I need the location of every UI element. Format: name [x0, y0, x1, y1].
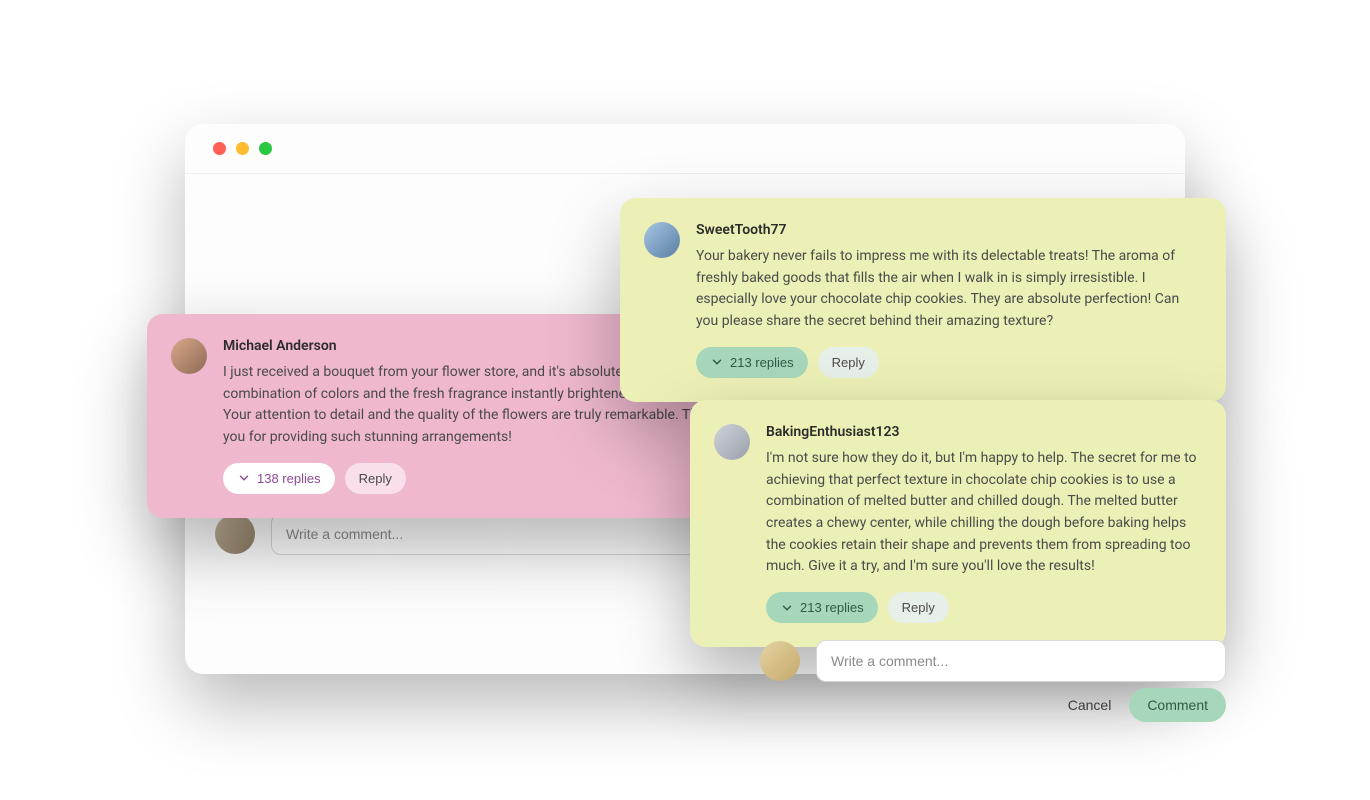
chevron-down-icon	[710, 355, 724, 369]
comment-text: Your bakery never fails to impress me wi…	[696, 246, 1202, 333]
avatar	[714, 424, 750, 460]
comment-button[interactable]: Comment	[1129, 688, 1226, 722]
comment-username: BakingEnthusiast123	[766, 424, 1202, 440]
replies-count: 138 replies	[257, 471, 321, 486]
replies-toggle[interactable]: 138 replies	[223, 463, 335, 494]
comment-input[interactable]	[816, 640, 1226, 682]
composer-footer-float: Cancel Comment	[760, 688, 1226, 722]
comment-card-yellow-1: SweetTooth77 Your bakery never fails to …	[620, 198, 1226, 402]
window-maximize-icon[interactable]	[259, 142, 272, 155]
window-close-icon[interactable]	[213, 142, 226, 155]
comment-card-yellow-2: BakingEnthusiast123 I'm not sure how the…	[690, 400, 1226, 647]
avatar	[215, 514, 255, 554]
replies-toggle[interactable]: 213 replies	[766, 592, 878, 623]
comment-text: I'm not sure how they do it, but I'm hap…	[766, 448, 1202, 578]
comment-composer-float	[760, 640, 1226, 682]
window-minimize-icon[interactable]	[236, 142, 249, 155]
replies-count: 213 replies	[730, 355, 794, 370]
chevron-down-icon	[237, 471, 251, 485]
comment-username: SweetTooth77	[696, 222, 1202, 238]
replies-count: 213 replies	[800, 600, 864, 615]
replies-toggle[interactable]: 213 replies	[696, 347, 808, 378]
chevron-down-icon	[780, 601, 794, 615]
reply-button[interactable]: Reply	[345, 463, 406, 494]
cancel-button[interactable]: Cancel	[1068, 697, 1112, 713]
window-titlebar	[185, 124, 1185, 174]
reply-button[interactable]: Reply	[888, 592, 949, 623]
avatar	[644, 222, 680, 258]
avatar	[171, 338, 207, 374]
avatar	[760, 641, 800, 681]
reply-button[interactable]: Reply	[818, 347, 879, 378]
